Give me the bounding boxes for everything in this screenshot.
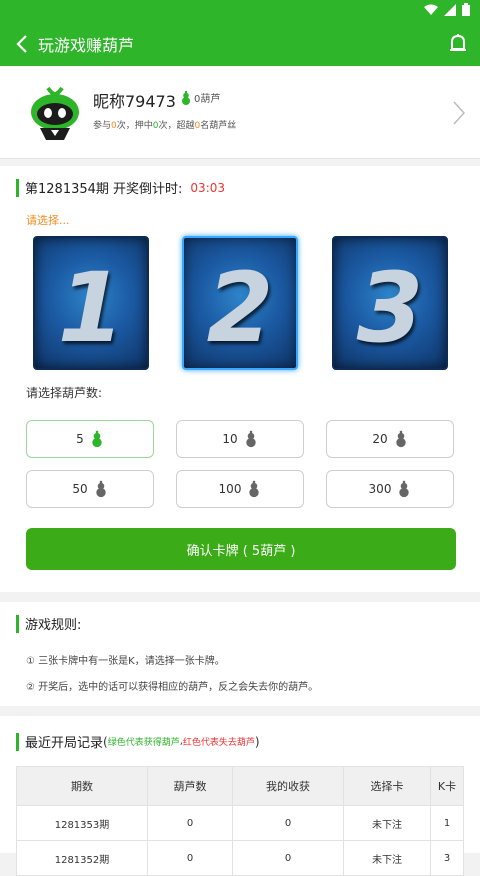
bell-icon: [450, 34, 466, 51]
battery-icon: [462, 3, 470, 19]
signal-icon: [444, 3, 456, 19]
card-number: 3: [356, 252, 424, 364]
card-1[interactable]: 1: [33, 236, 149, 370]
amount-value: 300: [368, 482, 392, 496]
app-bar: 玩游戏赚葫芦: [0, 22, 480, 66]
choose-hint: 请选择...: [26, 214, 70, 227]
gourd-balance: 0葫芦: [180, 90, 220, 105]
table-cell: 0: [147, 840, 233, 876]
section-marker: [16, 178, 19, 197]
period-label: 第1281354期 开奖倒计时:: [25, 182, 183, 197]
amount-value: 100: [218, 482, 242, 496]
rule-item: ① 三张卡牌中有一张是K，请选择一张卡牌。: [26, 656, 225, 667]
rules-header: 游戏规则:: [16, 614, 81, 633]
confirm-card-button[interactable]: 确认卡牌 ( 5葫芦 ): [26, 528, 456, 570]
card-number: 2: [206, 252, 274, 364]
amount-option-20[interactable]: 20: [326, 420, 454, 458]
table-header-row: 期数 葫芦数 我的收获 选择卡 K卡: [16, 766, 464, 806]
stats-text: 次，超越: [158, 121, 195, 131]
table-cell: 0: [232, 805, 344, 841]
mascot-avatar-icon: [31, 86, 79, 140]
gourd-balance-text: 0葫芦: [194, 94, 221, 105]
amount-label: 请选择葫芦数:: [26, 386, 103, 400]
gourd-icon: [395, 430, 406, 448]
status-bar: [0, 0, 480, 22]
back-button[interactable]: [6, 34, 38, 54]
participation-stats: 参与0次，押中0次，超越0名葫芦丝: [93, 118, 236, 131]
card-3[interactable]: 3: [332, 236, 448, 370]
amount-value: 10: [222, 432, 238, 446]
card-2[interactable]: 2: [182, 236, 298, 370]
amount-option-10[interactable]: 10: [176, 420, 304, 458]
table-row: 1281353期 0 0 未下注 1: [16, 805, 464, 841]
amount-option-5[interactable]: 5: [26, 420, 154, 458]
amount-option-300[interactable]: 300: [326, 470, 454, 508]
avatar: [26, 84, 84, 142]
column-header: 葫芦数: [147, 766, 233, 806]
card-number: 1: [57, 252, 125, 364]
amount-value: 5: [76, 432, 84, 446]
page-title: 玩游戏赚葫芦: [38, 36, 135, 55]
column-header: 我的收获: [232, 766, 344, 806]
table-cell: 未下注: [343, 805, 431, 841]
gourd-icon: [182, 90, 190, 105]
gourd-icon: [92, 430, 102, 448]
history-title: 最近开局记录: [25, 736, 104, 751]
stats-text: 参与: [93, 121, 112, 131]
amount-option-100[interactable]: 100: [176, 470, 304, 508]
table-cell: 0: [147, 805, 233, 841]
table-cell: 1: [430, 805, 464, 841]
gourd-icon: [399, 480, 410, 498]
amount-value: 20: [372, 432, 388, 446]
game-header: 第1281354期 开奖倒计时: 03:03: [16, 178, 225, 197]
stats-text: 次，押中: [116, 121, 153, 131]
table-cell: 未下注: [343, 840, 431, 876]
chevron-right-icon: [453, 101, 466, 125]
column-header: 选择卡: [343, 766, 431, 806]
legend-close: ): [254, 734, 260, 749]
column-header: 期数: [16, 766, 148, 806]
history-header: 最近开局记录 ( 绿色代表获得葫芦 , 红色代表失去葫芦 ): [16, 732, 260, 751]
stats-text: 名葫芦丝: [200, 121, 237, 131]
legend-loss: 红色代表失去葫芦: [182, 738, 255, 748]
chevron-left-icon: [16, 35, 27, 53]
section-marker: [16, 732, 19, 751]
table-cell: 0: [232, 840, 344, 876]
profile-card[interactable]: 昵称79473 0葫芦 参与0次，押中0次，超越0名葫芦丝: [0, 66, 480, 159]
wifi-icon: [424, 4, 438, 19]
rule-item: ② 开奖后，选中的话可以获得相应的葫芦，反之会失去你的葫芦。: [26, 682, 319, 693]
gourd-icon: [249, 480, 260, 498]
section-marker: [16, 614, 19, 633]
gourd-icon: [245, 430, 256, 448]
nickname: 昵称79473: [93, 92, 176, 111]
table-cell: 3: [430, 840, 464, 876]
notification-button[interactable]: [446, 32, 470, 56]
rules-title: 游戏规则:: [25, 618, 82, 633]
table-cell: 1281353期: [16, 805, 148, 841]
countdown-timer: 03:03: [190, 180, 226, 195]
column-header: K卡: [430, 766, 464, 806]
legend-gain: 绿色代表获得葫芦: [107, 738, 180, 748]
table-cell: 1281352期: [16, 840, 148, 876]
history-table: 期数 葫芦数 我的收获 选择卡 K卡 1281353期 0 0 未下注 1 12…: [16, 766, 464, 876]
gourd-icon: [95, 480, 106, 498]
rules-section: 游戏规则: ① 三张卡牌中有一张是K，请选择一张卡牌。 ② 开奖后，选中的话可以…: [0, 602, 480, 706]
table-row: 1281352期 0 0 未下注 3: [16, 840, 464, 876]
amount-value: 50: [72, 482, 88, 496]
amount-option-50[interactable]: 50: [26, 470, 154, 508]
